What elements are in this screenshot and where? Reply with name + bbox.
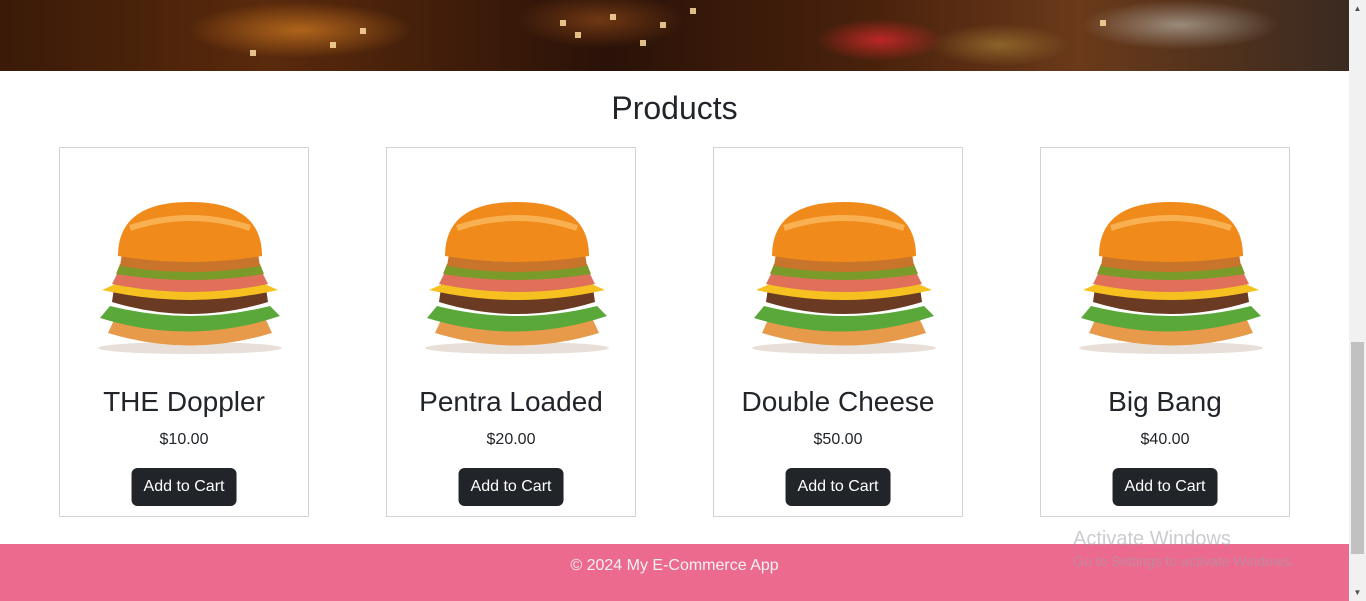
burger-image [425,202,609,354]
product-name: Pentra Loaded [419,386,603,417]
add-to-cart-button[interactable]: Add to Cart [785,468,891,506]
product-card: THE Doppler $10.00 Add to Cart [59,147,309,517]
burger-image [98,202,282,354]
hero-banner-image [0,0,1349,71]
scrollbar-thumb[interactable] [1351,342,1364,554]
product-name: Big Bang [1108,386,1222,417]
page: Products THE Doppler $10.00 Add to Cart [0,0,1366,601]
burger-image [752,202,936,354]
product-price: $20.00 [486,431,536,448]
product-price: $50.00 [813,431,863,448]
product-name: THE Doppler [103,386,265,417]
product-card: Big Bang $40.00 Add to Cart [1040,147,1290,517]
scroll-down-arrow-icon[interactable]: ▼ [1349,584,1366,601]
add-to-cart-button[interactable]: Add to Cart [1112,468,1218,506]
add-to-cart-button[interactable]: Add to Cart [131,468,237,506]
product-card: Pentra Loaded $20.00 Add to Cart [386,147,636,517]
activate-windows-subtitle: Go to Settings to activate Windows. [1073,553,1294,569]
page-title: Products [611,90,738,126]
activate-windows-title: Activate Windows [1073,528,1231,550]
product-name: Double Cheese [741,386,935,417]
product-price: $40.00 [1140,431,1190,448]
burger-image [1079,202,1263,354]
product-card: Double Cheese $50.00 Add to Cart [713,147,963,517]
add-to-cart-button[interactable]: Add to Cart [458,468,564,506]
scroll-up-arrow-icon[interactable]: ▲ [1349,0,1366,17]
product-price: $10.00 [159,431,209,448]
